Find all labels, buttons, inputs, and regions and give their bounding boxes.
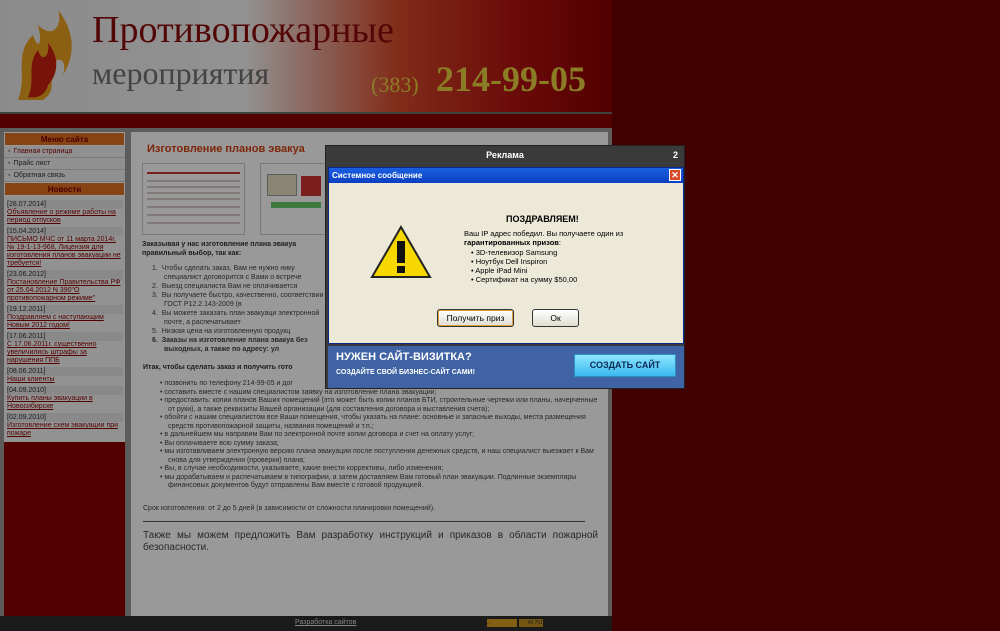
dialog-title: Системное сообщение — [332, 171, 423, 180]
promo-subtitle: СОЗДАЙТЕ СВОЙ БИЗНЕС-САЙТ САМИ! — [336, 369, 475, 376]
list-item: • 3D-телевизор Samsung — [471, 248, 558, 257]
message-bold: гарантированных призов — [464, 238, 559, 247]
create-site-button[interactable]: СОЗДАТЬ САЙТ — [574, 354, 676, 377]
message-text: Ваш IP адрес победил. Вы получаете один … — [464, 229, 624, 238]
ad-titlebar: Реклама 2 — [326, 146, 684, 164]
list-item: • Сертификат на сумму $50,00 — [471, 275, 578, 284]
message-text: : — [558, 238, 561, 247]
list-item: • Apple iPad Mini — [471, 266, 528, 275]
congrats-heading: ПОЗДРАВЛЯЕМ! — [506, 214, 579, 224]
list-item: • Ноутбук Dell Inspiron — [471, 257, 548, 266]
system-message-dialog: Системное сообщение ✕ ПОЗДРАВЛЯЕМ! Ваш I… — [328, 167, 684, 344]
dialog-titlebar: Системное сообщение ✕ — [329, 168, 683, 183]
get-prize-button[interactable]: Получить приз — [437, 309, 514, 327]
ad-counter: 2 — [672, 150, 678, 160]
warning-icon — [370, 225, 432, 278]
promo-heading: НУЖЕН САЙТ-ВИЗИТКА? — [336, 351, 472, 363]
promo-banner[interactable]: НУЖЕН САЙТ-ВИЗИТКА? СОЗДАЙТЕ СВОЙ БИЗНЕС… — [328, 346, 684, 388]
prize-list: • 3D-телевизор Samsung • Ноутбук Dell In… — [471, 248, 577, 284]
ad-popup: Реклама 2 Системное сообщение ✕ ПОЗДРАВЛ… — [325, 145, 685, 389]
close-icon[interactable]: ✕ — [669, 169, 681, 181]
ad-title: Реклама — [486, 150, 524, 160]
ok-button[interactable]: Ок — [532, 309, 579, 327]
dialog-message: Ваш IP адрес победил. Вы получаете один … — [464, 229, 664, 247]
